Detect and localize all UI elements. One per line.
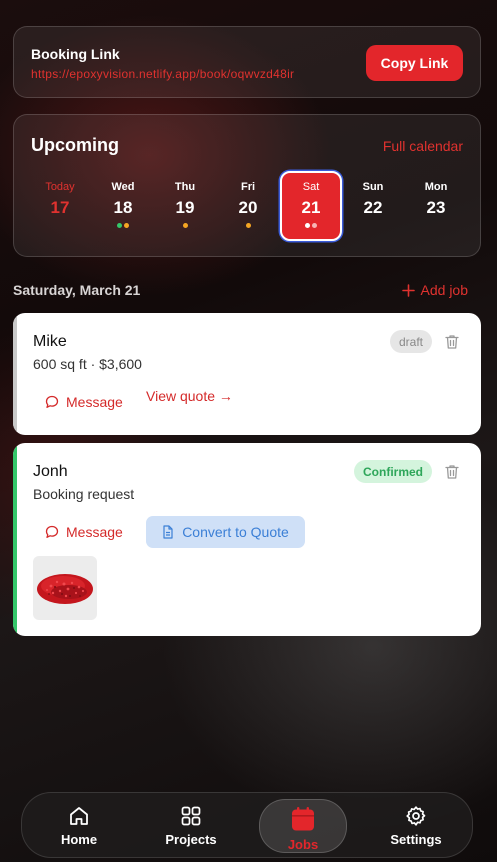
day-wed[interactable]: Wed 18 — [92, 171, 154, 241]
nav-settings-label: Settings — [390, 832, 442, 847]
plus-icon — [401, 283, 415, 297]
status-stripe — [13, 313, 17, 435]
day-mon[interactable]: Mon 23 — [405, 171, 467, 241]
bottom-navigation: Home Projects Jobs Settings — [21, 792, 473, 858]
message-label: Message — [66, 394, 123, 410]
home-icon — [70, 807, 88, 825]
nav-jobs[interactable]: Jobs — [259, 799, 347, 853]
day-sun[interactable]: Sun 22 — [342, 171, 404, 241]
job-customer-name: Jonh — [33, 463, 68, 480]
job-card[interactable]: Mike 600 sq ft · $3,600 draft Message Vi… — [13, 313, 481, 435]
message-label: Message — [66, 524, 123, 540]
trash-icon[interactable] — [445, 334, 459, 350]
day-thu[interactable]: Thu 19 — [154, 171, 216, 241]
day-name: Thu — [174, 181, 196, 193]
event-dot — [245, 223, 251, 228]
day-number: 19 — [175, 198, 195, 217]
booking-link-card: Booking Link https://epoxyvision.netlify… — [13, 26, 481, 98]
day-dots — [117, 223, 129, 229]
nav-projects-label: Projects — [165, 832, 217, 847]
day-number: 17 — [50, 198, 70, 217]
booking-link-url[interactable]: https://epoxyvision.netlify.app/book/oqw… — [31, 67, 294, 81]
job-photo-thumbnail[interactable] — [33, 556, 97, 620]
job-customer-name: Mike — [33, 333, 67, 350]
day-name: Sat — [302, 181, 320, 193]
message-button[interactable]: Message — [45, 394, 123, 410]
selected-date-heading: Saturday, March 21 — [13, 282, 141, 298]
day-name: Sun — [362, 181, 384, 193]
day-number: 21 — [301, 198, 321, 217]
job-detail: Booking request — [33, 486, 135, 502]
add-job-button[interactable]: Add job — [401, 282, 468, 298]
booking-link-title: Booking Link — [31, 46, 120, 62]
trash-icon[interactable] — [445, 464, 459, 480]
day-fri[interactable]: Fri 20 — [217, 171, 279, 241]
day-name: Wed — [111, 181, 135, 193]
job-detail: 600 sq ft · $3,600 — [33, 356, 142, 372]
convert-to-quote-button[interactable]: Convert to Quote — [146, 516, 305, 548]
event-dot — [182, 223, 188, 228]
nav-settings[interactable]: Settings — [372, 799, 460, 853]
day-strip: Today 17 Wed 18 Thu 19 Fri 20 Sat 21 Sun… — [29, 171, 469, 241]
day-dots — [182, 223, 188, 229]
day-name: Fri — [240, 181, 256, 193]
upcoming-card: Upcoming Full calendar Today 17 Wed 18 T… — [13, 114, 481, 257]
epoxy-flakes-image — [37, 574, 93, 604]
message-button[interactable]: Message — [45, 524, 123, 540]
document-icon — [163, 525, 173, 539]
day-dots — [305, 223, 317, 229]
chat-bubble-icon — [45, 525, 59, 538]
day-today[interactable]: Today 17 — [29, 171, 91, 241]
gear-icon — [406, 806, 426, 826]
convert-label: Convert to Quote — [182, 524, 289, 540]
status-badge: Confirmed — [354, 460, 432, 483]
day-name: Mon — [424, 181, 448, 193]
chat-bubble-icon — [45, 395, 59, 408]
status-stripe — [13, 443, 17, 636]
day-number: 18 — [113, 198, 133, 217]
event-dot — [305, 223, 310, 228]
event-dot — [124, 223, 129, 228]
calendar-icon — [292, 807, 314, 831]
nav-home[interactable]: Home — [35, 799, 123, 853]
event-dot — [117, 223, 122, 228]
nav-jobs-label: Jobs — [287, 837, 319, 852]
day-number: 23 — [426, 198, 446, 217]
grid-icon — [181, 806, 201, 826]
job-card[interactable]: Jonh Booking request Confirmed Message C… — [13, 443, 481, 636]
nav-home-label: Home — [60, 832, 98, 847]
view-quote-link[interactable]: View quote → — [146, 388, 233, 404]
day-number: 20 — [238, 198, 258, 217]
add-job-label: Add job — [420, 282, 468, 298]
day-name: Today — [45, 181, 75, 193]
status-badge: draft — [389, 330, 432, 353]
full-calendar-link[interactable]: Full calendar — [383, 138, 463, 154]
day-dots — [245, 223, 251, 229]
day-number: 22 — [363, 198, 383, 217]
event-dot — [312, 223, 317, 228]
upcoming-title: Upcoming — [31, 135, 119, 155]
day-sat-selected[interactable]: Sat 21 — [280, 171, 342, 241]
copy-link-button[interactable]: Copy Link — [366, 45, 463, 81]
nav-projects[interactable]: Projects — [147, 799, 235, 853]
